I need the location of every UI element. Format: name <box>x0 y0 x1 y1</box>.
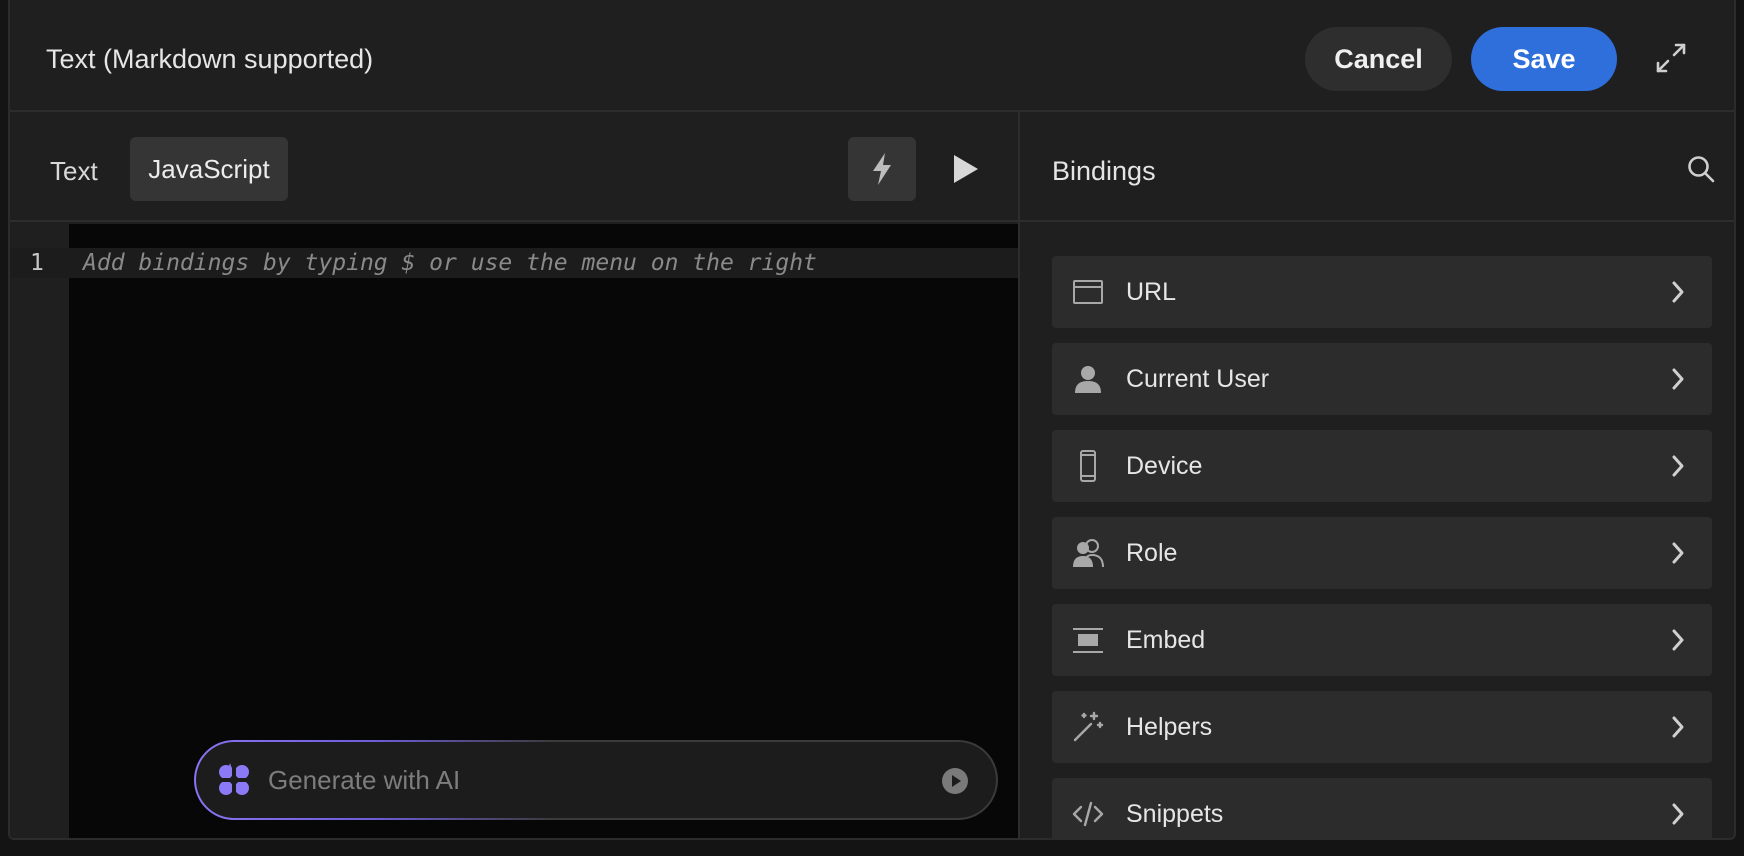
ai-prompt-input[interactable] <box>268 760 868 800</box>
search-icon[interactable] <box>1686 154 1716 184</box>
binding-item-label: Embed <box>1126 626 1206 654</box>
binding-item-snippets[interactable]: Snippets <box>1052 778 1712 838</box>
chevron-right-icon <box>1672 629 1684 651</box>
editor-pane: Text JavaScript 1 Add bindings by typing… <box>10 112 1018 838</box>
modal-title: Text (Markdown supported) <box>46 44 374 74</box>
binding-item-label: Helpers <box>1126 713 1213 741</box>
chevron-right-icon <box>1672 368 1684 390</box>
browser-window-icon <box>1073 280 1103 304</box>
mode-tab-javascript[interactable]: JavaScript <box>130 137 288 201</box>
chevron-right-icon <box>1672 455 1684 477</box>
embed-icon <box>1073 628 1103 653</box>
binding-item-url[interactable]: URL <box>1052 256 1712 328</box>
binding-item-label: Role <box>1126 539 1178 567</box>
binding-item-label: Current User <box>1126 365 1270 393</box>
users-role-icon <box>1073 539 1104 568</box>
user-icon <box>1075 366 1101 393</box>
mobile-device-icon <box>1080 450 1096 482</box>
magic-wand-icon <box>1073 711 1104 742</box>
binding-item-helpers[interactable]: Helpers <box>1052 691 1712 763</box>
mode-tab-text[interactable]: Text <box>50 156 98 187</box>
code-editor[interactable]: 1 Add bindings by typing $ or use the me… <box>10 224 1018 838</box>
binding-item-label: URL <box>1126 278 1177 306</box>
editor-toolbar: Text JavaScript <box>10 112 1018 222</box>
binding-item-device[interactable]: Device <box>1052 430 1712 502</box>
bindings-pane: Bindings URL Current User Device Role Em… <box>1020 112 1734 838</box>
modal-header: Text (Markdown supported) Cancel Save <box>10 0 1734 112</box>
play-icon <box>954 155 978 183</box>
play-circle-icon <box>942 768 968 794</box>
code-icon <box>1072 801 1104 827</box>
ai-sparkle-icon <box>219 763 249 795</box>
editor-placeholder: Add bindings by typing $ or use the menu… <box>83 250 817 276</box>
bindings-title: Bindings <box>1052 156 1156 186</box>
binding-item-role[interactable]: Role <box>1052 517 1712 589</box>
line-number: 1 <box>30 250 44 276</box>
chevron-right-icon <box>1672 281 1684 303</box>
save-button[interactable]: Save <box>1471 27 1617 91</box>
ai-prompt-bar <box>194 740 998 820</box>
run-button[interactable] <box>946 150 982 188</box>
chevron-right-icon <box>1672 542 1684 564</box>
bolt-icon <box>873 153 891 185</box>
line-gutter <box>10 224 69 838</box>
chevron-right-icon <box>1672 803 1684 825</box>
bolt-button[interactable] <box>848 137 916 201</box>
binding-item-current-user[interactable]: Current User <box>1052 343 1712 415</box>
binding-item-label: Device <box>1126 452 1203 480</box>
cancel-button[interactable]: Cancel <box>1305 27 1452 91</box>
chevron-right-icon <box>1672 716 1684 738</box>
binding-item-label: Snippets <box>1126 800 1224 828</box>
binding-editor-modal: Text (Markdown supported) Cancel Save Te… <box>8 0 1736 840</box>
ai-submit-button[interactable] <box>940 766 970 796</box>
bindings-header: Bindings <box>1020 112 1734 222</box>
binding-item-embed[interactable]: Embed <box>1052 604 1712 676</box>
expand-icon[interactable] <box>1653 40 1689 76</box>
